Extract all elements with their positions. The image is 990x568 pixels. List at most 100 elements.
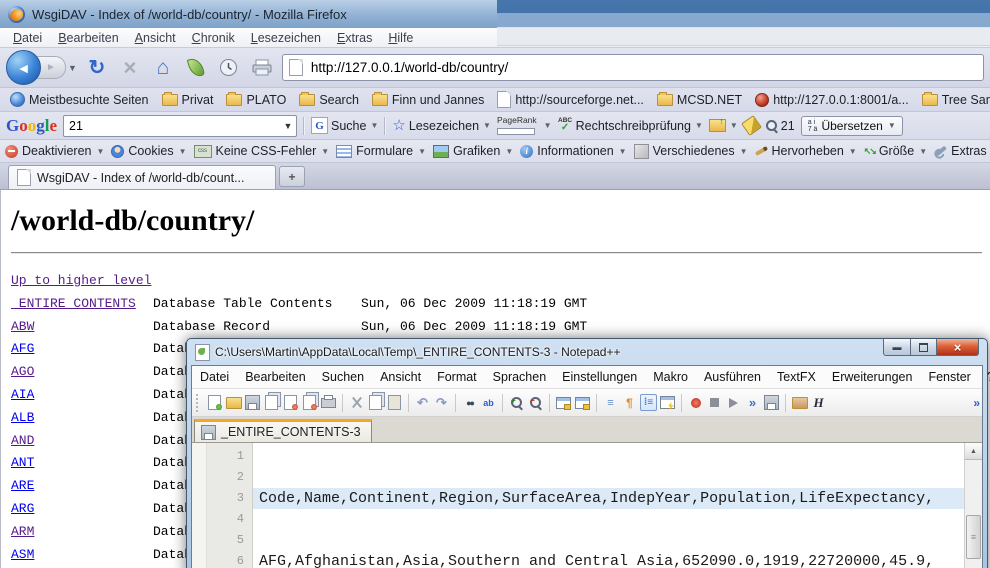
close-all-icon[interactable] xyxy=(301,394,318,411)
entry-link[interactable]: ALB xyxy=(11,410,34,425)
bookmark-localhost[interactable]: http://127.0.0.1:8001/a... xyxy=(751,92,913,108)
url-bar[interactable] xyxy=(282,54,984,81)
autofill-button[interactable]: ▼ xyxy=(709,119,738,132)
toolbar-overflow-icon[interactable]: » xyxy=(973,396,980,410)
devbar-forms[interactable]: Formulare▼ xyxy=(336,144,426,158)
save-all-icon[interactable] xyxy=(263,394,280,411)
redo-icon[interactable]: ↷ xyxy=(433,394,450,411)
devbar-information[interactable]: iInformationen▼ xyxy=(520,144,626,158)
spellcheck-button[interactable]: ABC✓Rechtschreibprüfung▼ xyxy=(558,118,703,133)
sync-vertical-icon[interactable] xyxy=(555,394,572,411)
menu-datei[interactable]: Datei xyxy=(6,30,49,46)
npp-menu-help[interactable]: ? xyxy=(979,368,990,386)
google-search-box[interactable]: ▼ xyxy=(63,115,297,137)
text-content[interactable]: Code,Name,Continent,Region,SurfaceArea,I… xyxy=(253,443,982,568)
devbar-resize[interactable]: ↖↘Größe▼ xyxy=(864,144,927,158)
npp-menu-sprachen[interactable]: Sprachen xyxy=(485,368,555,386)
record-macro-icon[interactable] xyxy=(687,394,704,411)
copy-icon[interactable] xyxy=(367,394,384,411)
entry-link[interactable]: ASM xyxy=(11,547,34,562)
devbar-tools[interactable]: Extras▼ xyxy=(934,144,990,158)
replace-icon[interactable]: ab xyxy=(480,394,497,411)
devbar-miscellaneous[interactable]: Verschiedenes▼ xyxy=(634,144,748,159)
entry-link[interactable]: AIA xyxy=(11,387,34,402)
devbar-cookies[interactable]: Cookies▼ xyxy=(111,144,186,158)
scrollbar-thumb[interactable]: ≡ xyxy=(966,515,981,559)
print-icon[interactable] xyxy=(320,394,337,411)
pagerank-indicator[interactable]: PageRank xyxy=(497,116,537,136)
open-file-icon[interactable] xyxy=(225,394,242,411)
bookmark-folder-finn[interactable]: Finn und Jannes xyxy=(368,92,488,108)
entry-link[interactable]: ABW xyxy=(11,319,34,334)
npp-menu-format[interactable]: Format xyxy=(429,368,485,386)
url-input[interactable] xyxy=(309,59,977,76)
save-macro-icon[interactable] xyxy=(763,394,780,411)
entry-link[interactable]: ARM xyxy=(11,524,34,539)
zoom-out-icon[interactable]: − xyxy=(527,394,544,411)
cut-icon[interactable] xyxy=(348,394,365,411)
notepad-active-tab[interactable]: _ENTIRE_CONTENTS-3 xyxy=(194,419,372,442)
find-icon[interactable]: ●● xyxy=(461,394,478,411)
search-history-dropdown-icon[interactable]: ▼ xyxy=(280,121,296,131)
print-button[interactable] xyxy=(249,55,275,81)
reload-button[interactable]: ↻ xyxy=(84,55,110,81)
devbar-disable[interactable]: Deaktivieren▼ xyxy=(5,144,104,158)
npp-menu-ansicht[interactable]: Ansicht xyxy=(372,368,429,386)
feed-leaf-button[interactable] xyxy=(183,55,209,81)
npp-menu-suchen[interactable]: Suchen xyxy=(314,368,372,386)
entry-link[interactable]: AGO xyxy=(11,364,34,379)
sync-horizontal-icon[interactable] xyxy=(574,394,591,411)
word-find-button[interactable]: 21 xyxy=(765,119,795,133)
npp-menu-erweiterungen[interactable]: Erweiterungen xyxy=(824,368,921,386)
npp-menu-fenster[interactable]: Fenster xyxy=(920,368,978,386)
bookmark-folder-plato[interactable]: PLATO xyxy=(222,92,290,108)
stop-macro-icon[interactable] xyxy=(706,394,723,411)
npp-menu-einstellungen[interactable]: Einstellungen xyxy=(554,368,645,386)
entry-link[interactable]: AND xyxy=(11,433,34,448)
up-to-higher-level-link[interactable]: Up to higher level xyxy=(11,273,151,288)
run-macro-multiple-icon[interactable]: » xyxy=(744,394,761,411)
google-search-button[interactable]: GSuche▼ xyxy=(311,117,378,134)
history-dropdown-icon[interactable]: ▼ xyxy=(68,63,77,73)
menu-ansicht[interactable]: Ansicht xyxy=(128,30,183,46)
npp-menu-ausfuehren[interactable]: Ausführen xyxy=(696,368,769,386)
home-button[interactable]: ⌂ xyxy=(150,55,176,81)
play-macro-icon[interactable] xyxy=(725,394,742,411)
chevron-down-icon[interactable]: ▼ xyxy=(544,121,552,130)
zoom-in-icon[interactable]: + xyxy=(508,394,525,411)
vertical-scrollbar[interactable]: ▲ ≡ xyxy=(964,443,982,568)
menu-lesezeichen[interactable]: Lesezeichen xyxy=(244,30,328,46)
minimize-button[interactable]: ▬ xyxy=(883,339,910,356)
npp-menu-textfx[interactable]: TextFX xyxy=(769,368,824,386)
restore-button[interactable] xyxy=(910,339,937,356)
npp-menu-datei[interactable]: Datei xyxy=(192,368,237,386)
entry-link[interactable]: ENTIRE CONTENTS xyxy=(11,296,136,311)
menu-chronik[interactable]: Chronik xyxy=(185,30,242,46)
menu-hilfe[interactable]: Hilfe xyxy=(381,30,420,46)
devbar-images[interactable]: Grafiken▼ xyxy=(433,144,513,158)
scroll-up-icon[interactable]: ▲ xyxy=(965,443,982,460)
highlight-button[interactable] xyxy=(744,118,759,133)
new-tab-button[interactable]: + xyxy=(279,166,305,187)
translate-button[interactable]: a i7 äÜbersetzen▼ xyxy=(801,116,903,136)
editor-area[interactable]: 1 2 3 4 5 6 Code,Name,Continent,Region,S… xyxy=(192,443,982,568)
paste-icon[interactable] xyxy=(386,394,403,411)
new-file-icon[interactable] xyxy=(206,394,223,411)
notepad-titlebar[interactable]: C:\Users\Martin\AppData\Local\Temp\_ENTI… xyxy=(191,339,983,365)
active-tab[interactable]: WsgiDAV - Index of /world-db/count... xyxy=(8,165,276,189)
indent-guide-icon[interactable]: ⁞≡ xyxy=(640,394,657,411)
bookmark-folder-privat[interactable]: Privat xyxy=(158,92,218,108)
devbar-outline[interactable]: Hervorheben▼ xyxy=(755,144,857,158)
npp-menu-makro[interactable]: Makro xyxy=(645,368,696,386)
back-button[interactable]: ◄ xyxy=(6,50,41,85)
google-search-input[interactable] xyxy=(64,118,280,134)
bookmark-folder-mcsd[interactable]: MCSD.NET xyxy=(653,92,746,108)
entry-link[interactable]: ARG xyxy=(11,501,34,516)
entry-link[interactable]: AFG xyxy=(11,341,34,356)
bookmark-folder-search[interactable]: Search xyxy=(295,92,363,108)
undo-icon[interactable]: ↶ xyxy=(414,394,431,411)
view-html-icon[interactable]: H xyxy=(810,394,827,411)
close-file-icon[interactable] xyxy=(282,394,299,411)
bookmark-most-visited[interactable]: Meistbesuchte Seiten xyxy=(6,91,153,108)
google-bookmarks-button[interactable]: ☆Lesezeichen▼ xyxy=(392,118,491,133)
